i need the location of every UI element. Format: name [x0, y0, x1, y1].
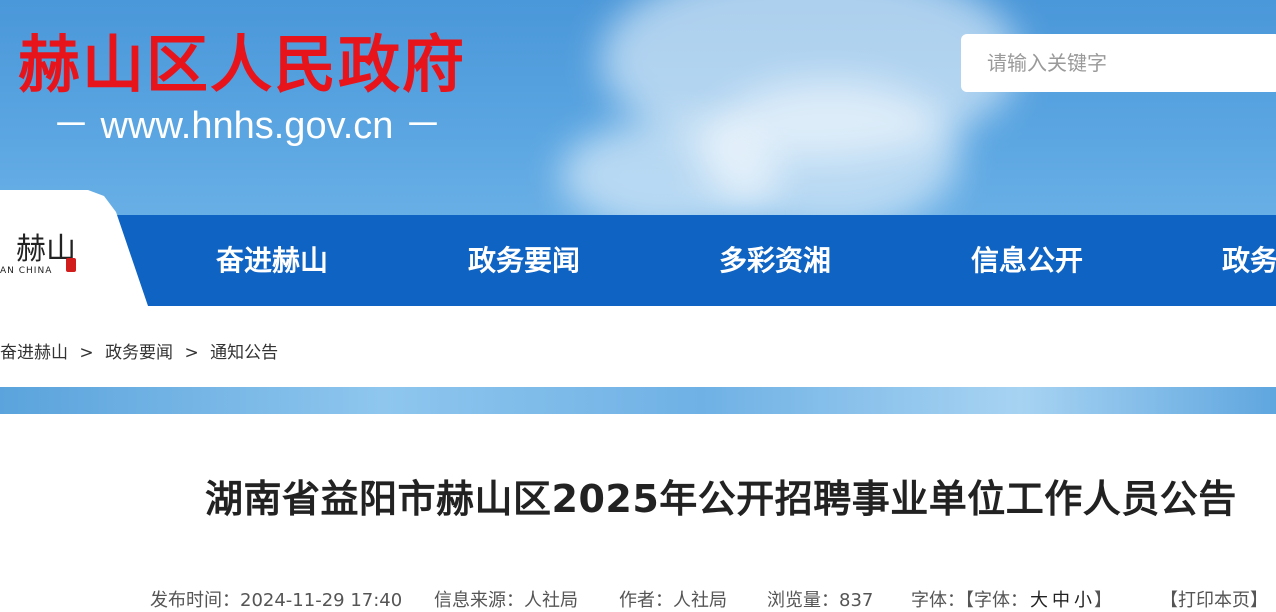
article-title: 湖南省益阳市赫山区2025年公开招聘事业单位工作人员公告	[205, 477, 1237, 521]
nav-item-duocai-zixiang[interactable]: 多彩资湘	[719, 215, 831, 306]
search-input[interactable]	[961, 34, 1276, 92]
nav-item-zhengwu[interactable]: 政务	[1222, 215, 1276, 306]
nav-item-zhengwu-yaowen[interactable]: 政务要闻	[468, 215, 580, 306]
breadcrumb: 奋进赫山 > 政务要闻 > 通知公告	[0, 338, 278, 363]
breadcrumb-item[interactable]: 通知公告	[210, 343, 278, 363]
meta-publish-time: 发布时间：2024-11-29 17:40	[150, 586, 402, 612]
site-title: 赫山区人民政府	[18, 28, 467, 101]
print-page-link[interactable]: 【打印本页】	[1160, 586, 1268, 612]
meta-author: 作者：人社局	[619, 586, 727, 612]
logo-subtitle: AN CHINA	[0, 266, 53, 276]
meta-font-size: 字体：【字体：大中小】	[911, 586, 1112, 612]
breadcrumb-separator: >	[79, 343, 94, 363]
main-nav-bar	[0, 215, 1276, 306]
logo-seal-icon	[66, 258, 76, 272]
meta-source: 信息来源：人社局	[434, 586, 578, 612]
breadcrumb-item[interactable]: 奋进赫山	[0, 343, 68, 363]
site-url: － www.hnhs.gov.cn －	[52, 105, 443, 147]
nav-item-xinxi-gongkai[interactable]: 信息公开	[971, 215, 1083, 306]
breadcrumb-separator: >	[184, 343, 199, 363]
breadcrumb-item[interactable]: 政务要闻	[105, 343, 173, 363]
nav-item-fenjin-heshan[interactable]: 奋进赫山	[216, 215, 328, 306]
meta-views: 浏览量：837	[767, 586, 873, 612]
cloud-decoration	[560, 120, 780, 230]
decorative-banner-strip	[0, 387, 1276, 414]
